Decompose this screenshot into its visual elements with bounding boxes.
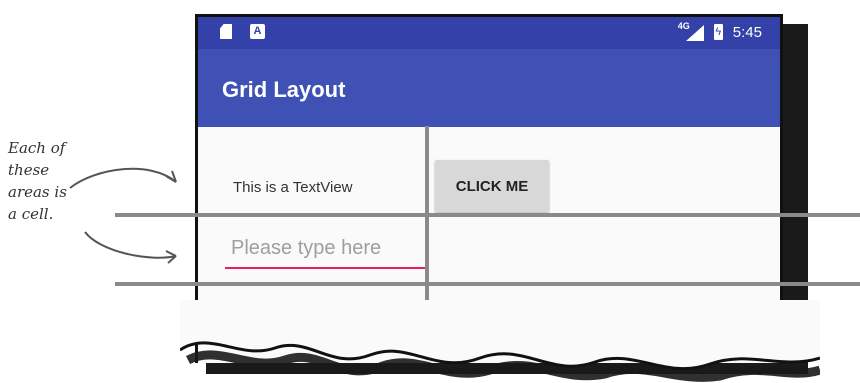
input-underline	[225, 267, 425, 269]
please-type-input[interactable]	[225, 231, 425, 265]
edittext-field	[225, 231, 425, 269]
signal-triangle	[685, 25, 704, 41]
sd-card-icon	[220, 24, 232, 39]
arrow-to-bottom-cell	[84, 231, 177, 259]
status-time: 5:45	[732, 23, 762, 41]
battery-icon	[713, 24, 723, 40]
arrow-head-top	[165, 170, 177, 183]
app-bar: Grid Layout	[198, 49, 780, 127]
handwritten-annotation: Each of these areas is a cell.	[8, 137, 67, 225]
annotation-line-4: a cell.	[8, 205, 54, 223]
annotation-line-1: Each of	[8, 139, 66, 157]
status-left-icons: A	[220, 24, 265, 39]
arrow-to-top-cell	[69, 167, 177, 189]
grid-line-horizontal-1	[115, 213, 860, 217]
status-right-icons: 4G 5:45	[678, 21, 762, 41]
torn-edge	[180, 300, 820, 382]
arrow-head-bottom	[165, 250, 177, 264]
click-me-button[interactable]: CLICK ME	[435, 160, 549, 212]
grid-line-horizontal-2	[115, 282, 860, 286]
network-icon: 4G	[678, 21, 704, 41]
annotation-line-2: these	[8, 161, 50, 179]
a-icon: A	[250, 24, 265, 39]
page-title: Grid Layout	[222, 77, 346, 102]
textview-label: This is a TextView	[233, 179, 353, 196]
annotation-line-3: areas is	[8, 183, 67, 201]
status-bar: A 4G 5:45	[198, 17, 780, 49]
